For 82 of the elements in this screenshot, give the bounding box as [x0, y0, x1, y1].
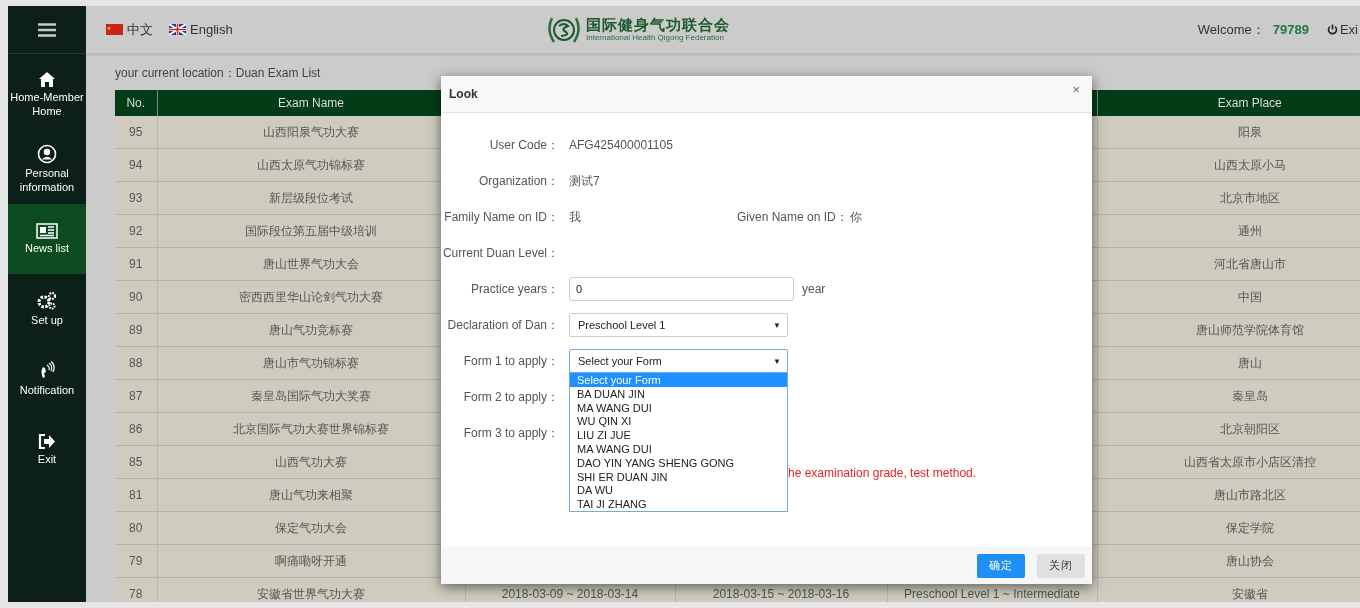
table-cell: 78	[115, 577, 157, 602]
dropdown-option[interactable]: MA WANG DUI	[570, 400, 787, 415]
dropdown-option[interactable]: BA DUAN JIN	[570, 386, 787, 401]
breadcrumb: your current location：Duan Exam List	[115, 65, 321, 82]
sidebar-item[interactable]: Set up	[8, 274, 86, 344]
dropdown-option[interactable]: WU QIN XI	[570, 414, 787, 429]
table-cell: 唐山协会	[1097, 544, 1360, 578]
field-value: 你	[849, 208, 862, 226]
table-cell: 95	[115, 116, 157, 149]
table-cell: 88	[115, 346, 157, 380]
logo-title: 国际健身气功联合会	[586, 17, 730, 33]
welcome-label: Welcome：	[1197, 20, 1265, 39]
table-cell: 90	[115, 280, 157, 314]
unit-label: year	[802, 282, 826, 296]
table-cell: 79	[115, 544, 157, 578]
table-cell: 89	[115, 313, 157, 347]
dropdown-option[interactable]: DA WU	[570, 483, 787, 498]
table-cell: 85	[115, 445, 157, 479]
table-cell: 92	[115, 214, 157, 248]
table-cell: 87	[115, 379, 157, 413]
close-button[interactable]: ×	[1068, 82, 1084, 97]
table-cell: 北京朝阳区	[1097, 412, 1360, 446]
field-label: Given Name on ID：	[737, 208, 848, 226]
logo-subtitle: International Health Qigong Federation	[586, 33, 725, 42]
field-label: Practice years：	[469, 280, 559, 298]
table-cell: 91	[115, 247, 157, 281]
menu-icon[interactable]	[38, 22, 56, 37]
language-link[interactable]: English	[169, 20, 233, 39]
field-value: AFG425400001105	[569, 138, 673, 152]
close-button[interactable]: 关闭	[1037, 553, 1085, 578]
table-cell: 中国	[1097, 280, 1360, 314]
china-flag-icon	[106, 24, 123, 35]
field-label: Form 3 to apply：	[462, 424, 559, 442]
exit-icon	[38, 432, 56, 450]
user-icon	[37, 144, 57, 164]
table-cell: 山西太原小马	[1097, 148, 1360, 182]
home-icon	[38, 70, 56, 88]
table-cell: 唐山市路北区	[1097, 478, 1360, 512]
field-value: 测试7	[569, 172, 600, 190]
dropdown-option[interactable]: MA WANG DUI	[570, 442, 787, 456]
table-cell: 94	[115, 148, 157, 182]
field-label: Form 2 to apply：	[462, 388, 559, 406]
input-field[interactable]: 0	[569, 277, 794, 301]
dialog-title: Look	[449, 87, 478, 101]
uk-flag-icon	[169, 24, 186, 35]
table-cell: 秦皇岛	[1097, 379, 1360, 413]
table-cell: 阳泉	[1097, 116, 1360, 149]
field-label: Form 1 to apply：	[462, 352, 559, 370]
table-cell: 北京市地区	[1097, 181, 1360, 215]
dropdown-option[interactable]: SHI ER DUAN JIN	[570, 469, 787, 484]
select-field[interactable]: Preschool Level 1 ▼	[569, 313, 788, 337]
table-cell: 81	[115, 478, 157, 512]
gears-icon	[36, 291, 58, 311]
dropdown-option[interactable]: LIU ZI JUE	[570, 428, 787, 442]
exit-link[interactable]: Exi	[1326, 22, 1358, 37]
column-header: No.	[115, 90, 157, 116]
field-value: 我	[569, 208, 581, 226]
sidebar-item[interactable]: Notification	[8, 344, 86, 414]
language-link[interactable]: 中文	[106, 20, 153, 39]
table-cell: 河北省唐山市	[1097, 247, 1360, 281]
table-cell: 唐山师范学院体育馆	[1097, 313, 1360, 347]
sidebar-item[interactable]: Personal information	[8, 134, 86, 204]
warning-text: he examination grade, test method.	[788, 466, 978, 482]
table-cell: 93	[115, 181, 157, 215]
column-header: Exam Place	[1097, 90, 1360, 116]
dropdown-option[interactable]: TAI JI ZHANG	[570, 497, 787, 511]
table-cell: 安徽省	[1097, 577, 1360, 602]
field-label: User Code：	[488, 136, 559, 154]
sidebar-item[interactable]: Exit	[8, 414, 86, 484]
power-icon	[1326, 24, 1338, 35]
user-id: 79789	[1272, 22, 1309, 37]
table-cell: 80	[115, 511, 157, 545]
table-cell: 保定学院	[1097, 511, 1360, 545]
newspaper-icon	[36, 223, 58, 239]
field-label: Organization：	[477, 172, 559, 190]
table-cell: 86	[115, 412, 157, 446]
sidebar-item[interactable]: News list	[8, 204, 86, 274]
table-cell: 山西省太原市小店区清控	[1097, 445, 1360, 479]
sidebar-item[interactable]: Home-Member Home	[8, 54, 86, 134]
table-cell: 唐山	[1097, 346, 1360, 380]
table-cell: 通州	[1097, 214, 1360, 248]
dropdown-option[interactable]: DAO YIN YANG SHENG GONG	[570, 455, 787, 470]
